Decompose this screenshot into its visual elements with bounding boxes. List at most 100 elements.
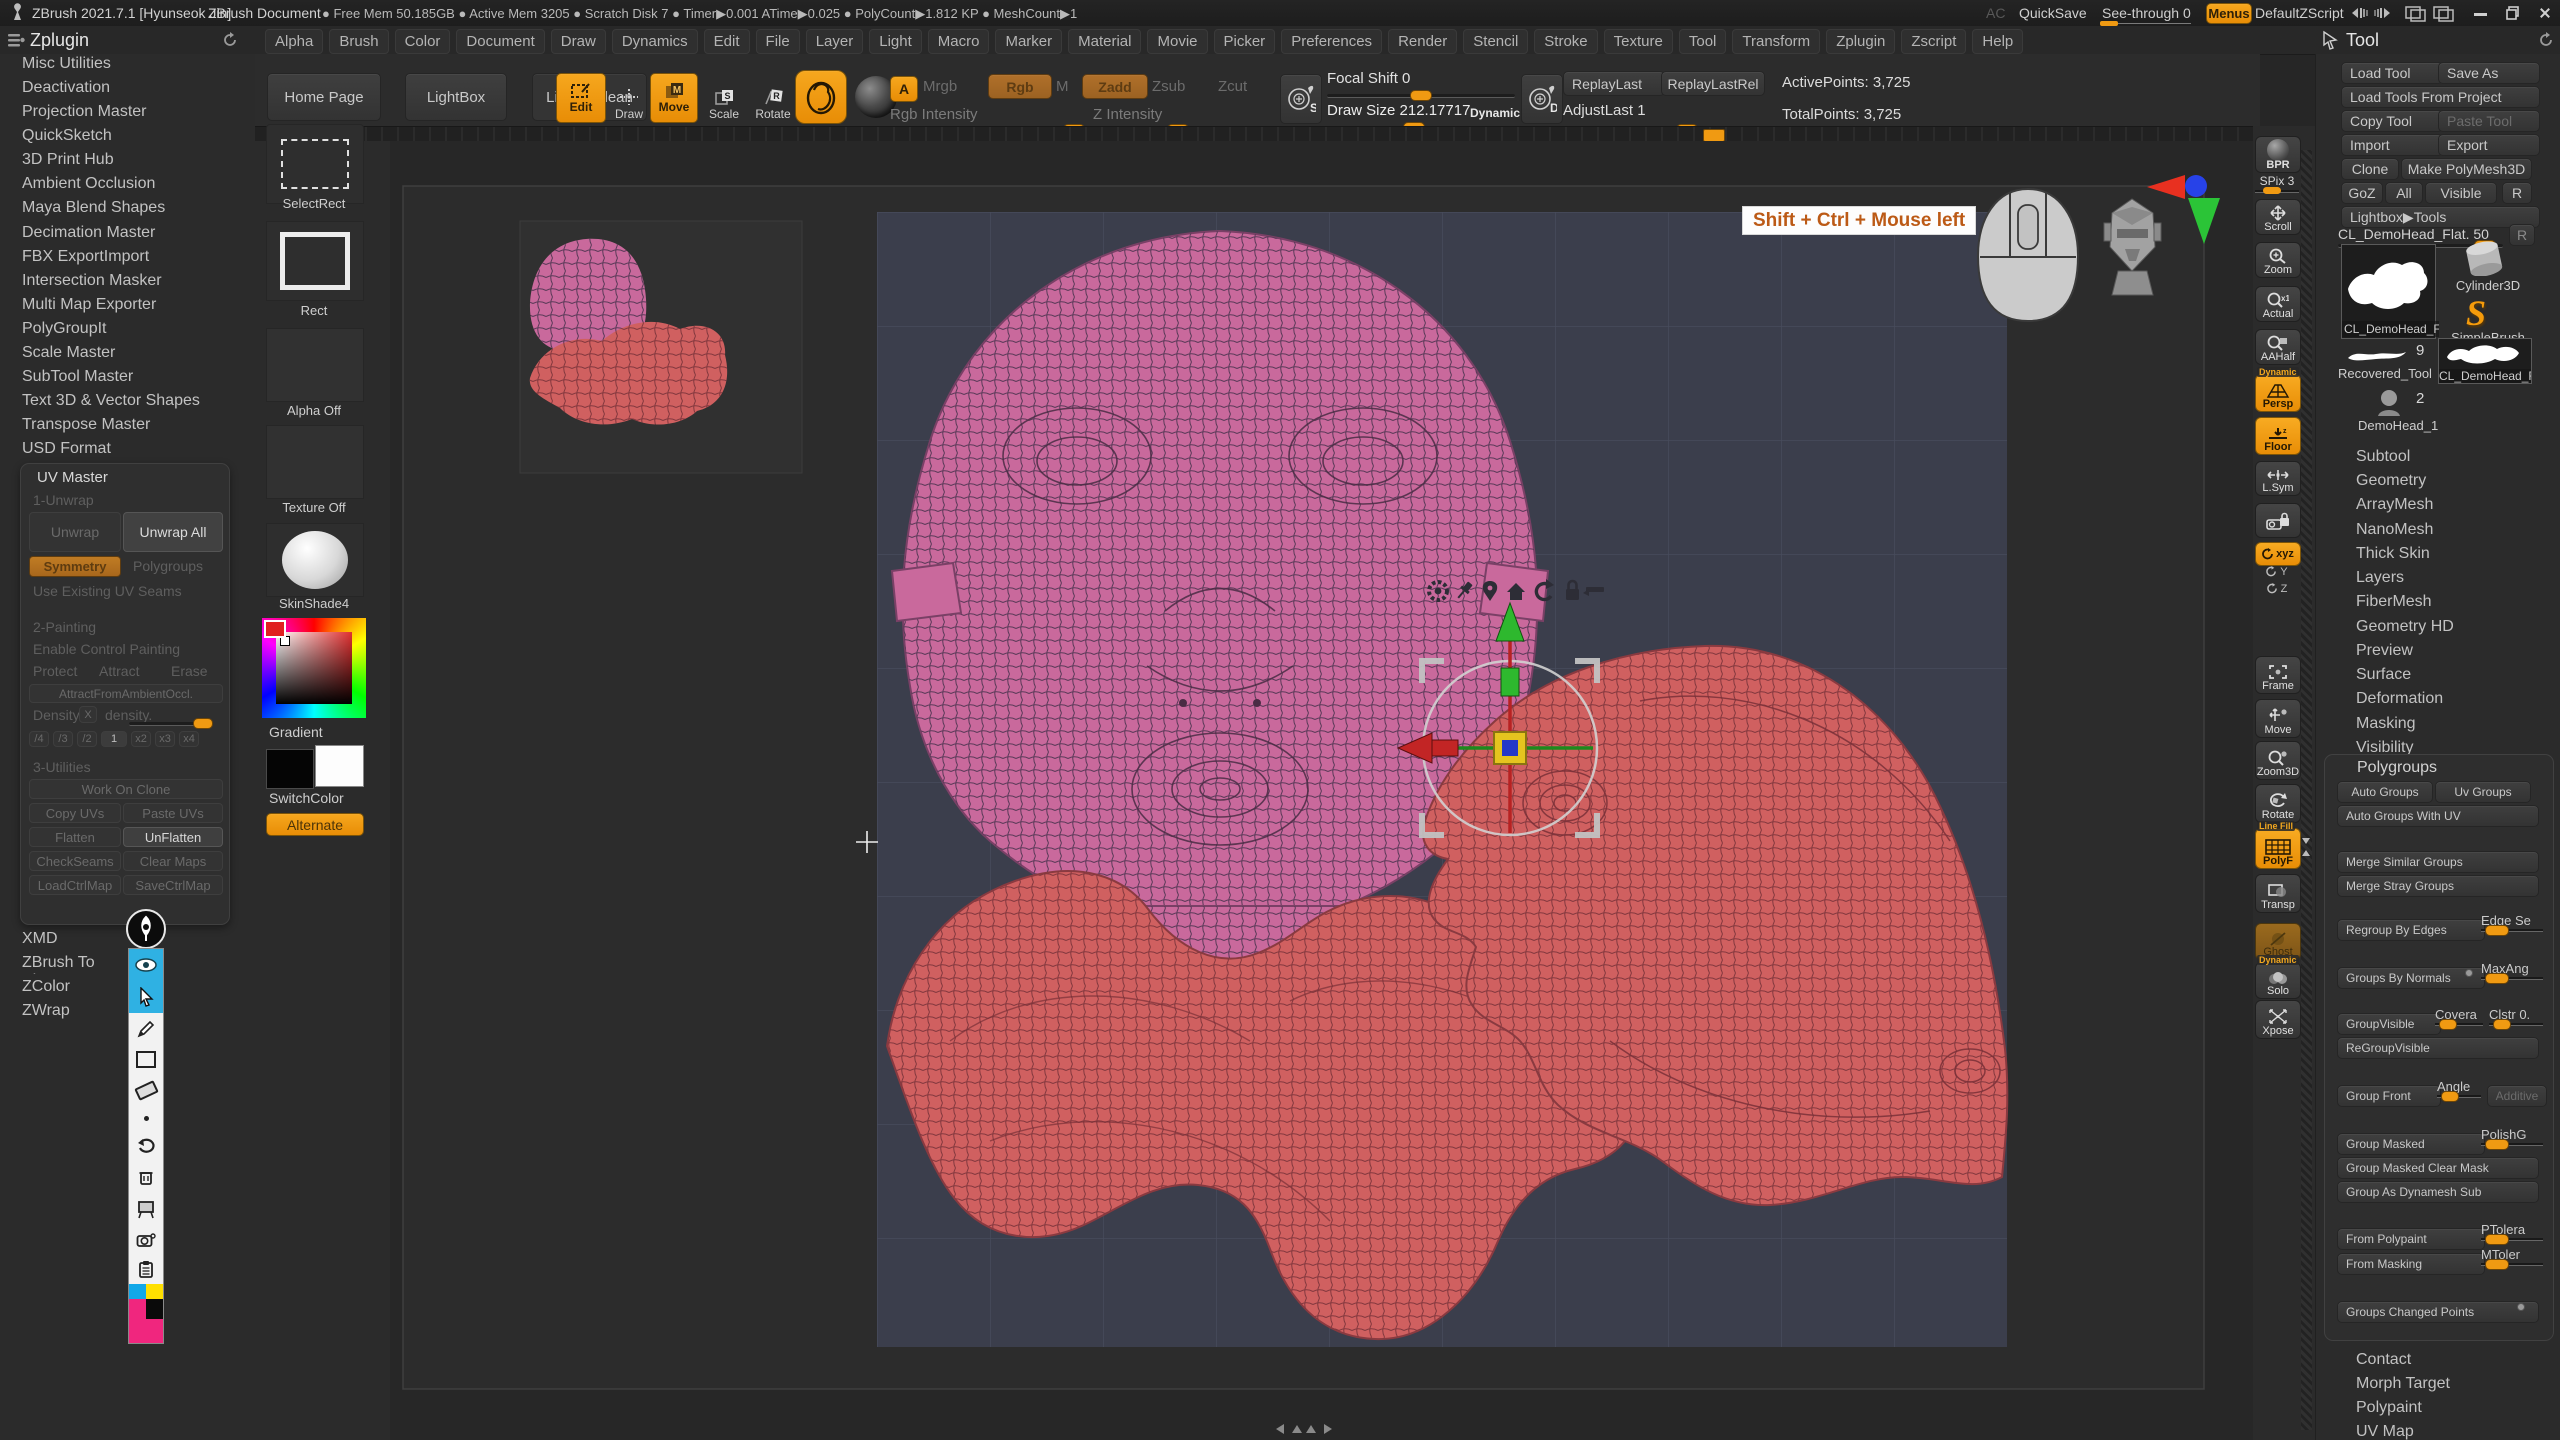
protect-button[interactable]: Protect	[33, 663, 77, 679]
menu-item[interactable]: Dynamics	[612, 29, 698, 54]
menu-item[interactable]: File	[756, 29, 800, 54]
density-label[interactable]: Density	[33, 707, 80, 723]
auto-groups-with-uv-button[interactable]: Auto Groups With UV	[2337, 805, 2539, 827]
divider-layout-icon[interactable]	[2404, 4, 2456, 22]
max-angle-slider[interactable]: MaxAng	[2481, 961, 2543, 980]
rotate-y-button[interactable]: Y	[2255, 566, 2299, 578]
move-mode-button[interactable]: M Move	[650, 73, 698, 123]
attract-button[interactable]: Attract	[99, 663, 139, 679]
group-visible-button[interactable]: GroupVisible	[2337, 1013, 2441, 1035]
cluster-slider[interactable]: Clstr 0.	[2489, 1007, 2543, 1026]
scale-mode-button[interactable]: S Scale	[702, 73, 746, 121]
tool-section-arraymesh[interactable]: ArrayMesh	[2356, 496, 2433, 516]
auto-groups-button[interactable]: Auto Groups	[2337, 781, 2433, 803]
flatten-button[interactable]: Flatten	[29, 827, 121, 847]
tool-section-uv-map[interactable]: UV Map	[2356, 1423, 2414, 1440]
menu-item[interactable]: Preferences	[1281, 29, 1382, 54]
tool-section-nanomesh[interactable]: NanoMesh	[2356, 521, 2433, 541]
eraser-tool-icon[interactable]	[129, 1075, 163, 1106]
import-button[interactable]: Import	[2341, 134, 2443, 156]
menu-item[interactable]: Picker	[1214, 29, 1276, 54]
floor-button[interactable]: z Floor	[2255, 417, 2301, 455]
tool-section-surface[interactable]: Surface	[2356, 666, 2411, 686]
load-ctrl-map-button[interactable]: LoadCtrlMap	[29, 875, 121, 895]
menu-item[interactable]: Zplugin	[1826, 29, 1895, 54]
transparency-button[interactable]: Transp	[2255, 874, 2301, 913]
copy-tool-button[interactable]: Copy Tool	[2341, 110, 2443, 132]
current-brush-button[interactable]	[795, 70, 847, 124]
menu-item[interactable]: Movie	[1147, 29, 1207, 54]
spix-slider[interactable]: SPix 3	[2255, 174, 2299, 193]
dot-brush-icon[interactable]	[129, 1106, 163, 1130]
simplebrush-thumb[interactable]: S	[2466, 292, 2486, 334]
rotate-z-button[interactable]: Z	[2255, 583, 2299, 595]
menu-item[interactable]: Marker	[995, 29, 1062, 54]
alternate-button[interactable]: Alternate	[266, 813, 364, 836]
lightbox-button[interactable]: LightBox	[405, 73, 507, 121]
bottom-tray-arrows[interactable]	[1276, 1424, 1332, 1434]
cylinder3d-thumb[interactable]	[2456, 240, 2520, 276]
erase-button[interactable]: Erase	[171, 663, 208, 679]
enable-control-painting[interactable]: Enable Control Painting	[33, 641, 180, 657]
menu-item[interactable]: Stroke	[1534, 29, 1597, 54]
menu-item[interactable]: Macro	[928, 29, 990, 54]
recovered-tool-thumb[interactable]	[2346, 346, 2408, 364]
polygroups-title[interactable]: Polygroups	[2357, 759, 2437, 777]
tool-section-geometryhd[interactable]: Geometry HD	[2356, 618, 2454, 638]
tool-section-thickskin[interactable]: Thick Skin	[2356, 545, 2430, 565]
zplugin-item[interactable]: Decimation Master	[22, 224, 155, 244]
menu-item[interactable]: Edit	[704, 29, 750, 54]
minimize-button[interactable]	[2474, 13, 2487, 16]
menu-item[interactable]: Layer	[806, 29, 864, 54]
menu-item[interactable]: Zscript	[1901, 29, 1966, 54]
goz-button[interactable]: GoZ	[2341, 182, 2383, 204]
bpr-render-button[interactable]: BPR	[2255, 136, 2301, 173]
checkseams-button[interactable]: CheckSeams	[29, 851, 121, 871]
menu-item[interactable]: Document	[456, 29, 544, 54]
zplugin-item[interactable]: 3D Print Hub	[22, 151, 114, 171]
regroup-by-edges-button[interactable]: Regroup By Edges	[2337, 919, 2485, 941]
unwrap-all-button[interactable]: Unwrap All	[123, 512, 223, 552]
zplugin-item[interactable]: USD Format	[22, 440, 111, 460]
tool-section-fibermesh[interactable]: FiberMesh	[2356, 593, 2432, 613]
tool-section-contact[interactable]: Contact	[2356, 1351, 2411, 1371]
density-slider-handle[interactable]	[193, 718, 213, 729]
zplugin-item[interactable]: Projection Master	[22, 103, 147, 123]
zplugin-item[interactable]: FBX ExportImport	[22, 248, 149, 268]
mrgb-a-badge[interactable]: A	[890, 76, 918, 102]
color-picker[interactable]	[262, 618, 366, 718]
ptolerance-slider[interactable]: PTolera	[2481, 1222, 2543, 1241]
demo-flat-thumb[interactable]: CL_DemoHead_F	[2438, 338, 2532, 384]
switch-color-white[interactable]	[315, 745, 364, 787]
restore-button[interactable]	[2505, 5, 2521, 21]
paste-tool-button[interactable]: Paste Tool	[2438, 110, 2540, 132]
uv-groups-button[interactable]: Uv Groups	[2435, 781, 2531, 803]
clone-button[interactable]: Clone	[2341, 158, 2399, 180]
replay-last-button[interactable]: ReplayLast	[1563, 71, 1665, 96]
density-x2[interactable]: x2	[131, 731, 151, 747]
merge-stray-groups-button[interactable]: Merge Stray Groups	[2337, 875, 2539, 897]
move-3d-button[interactable]: Move	[2255, 699, 2301, 738]
zplugin-item-xmd[interactable]: XMD	[22, 930, 58, 950]
draw-size-slider-label[interactable]: Draw Size 212.17717	[1327, 102, 1470, 119]
density-1[interactable]: 1	[101, 731, 127, 747]
from-polypaint-button[interactable]: From Polypaint	[2337, 1228, 2485, 1250]
tool-section-morph-target[interactable]: Morph Target	[2356, 1375, 2450, 1395]
visibility-eye-icon[interactable]	[129, 949, 163, 980]
draw-mode-button[interactable]: Draw	[607, 73, 651, 121]
menu-item[interactable]: Color	[395, 29, 451, 54]
density-div4[interactable]: /4	[29, 731, 49, 747]
zplugin-item[interactable]: Text 3D & Vector Shapes	[22, 392, 200, 412]
tool-section-layers[interactable]: Layers	[2356, 569, 2404, 589]
tool-section-masking[interactable]: Masking	[2356, 715, 2416, 735]
work-on-clone-button[interactable]: Work On Clone	[29, 779, 223, 799]
goz-visible-button[interactable]: Visible	[2425, 182, 2497, 204]
density-x4[interactable]: x4	[179, 731, 199, 747]
replay-last-rel-button[interactable]: ReplayLastRel	[1661, 71, 1765, 96]
menus-button[interactable]: Menus	[2206, 3, 2252, 24]
switch-color-black[interactable]	[266, 749, 314, 789]
undo-icon[interactable]	[129, 1130, 163, 1161]
tool-section-preview[interactable]: Preview	[2356, 642, 2413, 662]
tray-collapse-left-icon[interactable]	[2346, 6, 2394, 20]
zadd-button[interactable]: Zadd	[1082, 74, 1148, 99]
